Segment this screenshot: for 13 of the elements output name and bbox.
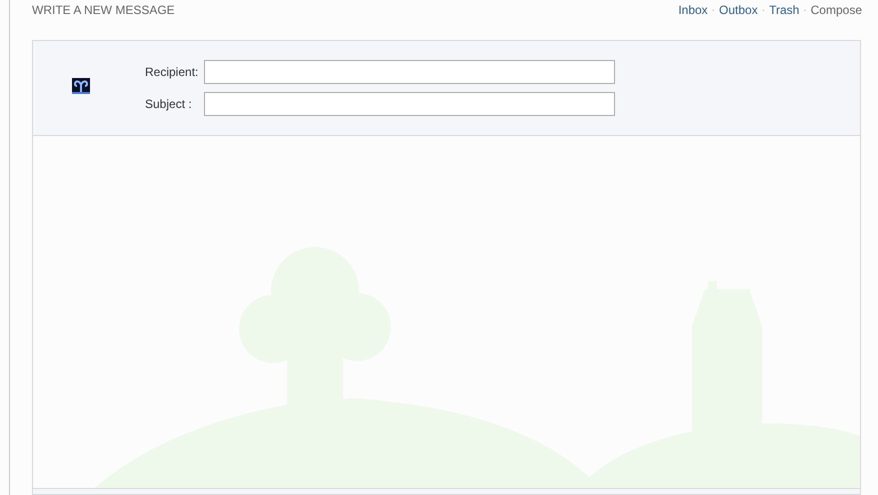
zodiac-icon (72, 78, 90, 94)
field-label: Subject : (145, 96, 193, 113)
input-field[interactable] (204, 60, 615, 84)
page-title: WRITE A NEW MESSAGE (32, 2, 175, 19)
nav-separator: · (803, 4, 807, 18)
nav-link[interactable]: Inbox (678, 1, 708, 19)
nav-separator: · (712, 4, 716, 18)
input-field[interactable] (204, 92, 615, 116)
nav-link[interactable]: Compose (810, 1, 862, 19)
nav-link[interactable]: Trash (769, 1, 800, 19)
field-label: Recipient: (145, 64, 200, 81)
nav-separator: · (762, 4, 766, 18)
nav-link[interactable]: Outbox (719, 1, 758, 19)
